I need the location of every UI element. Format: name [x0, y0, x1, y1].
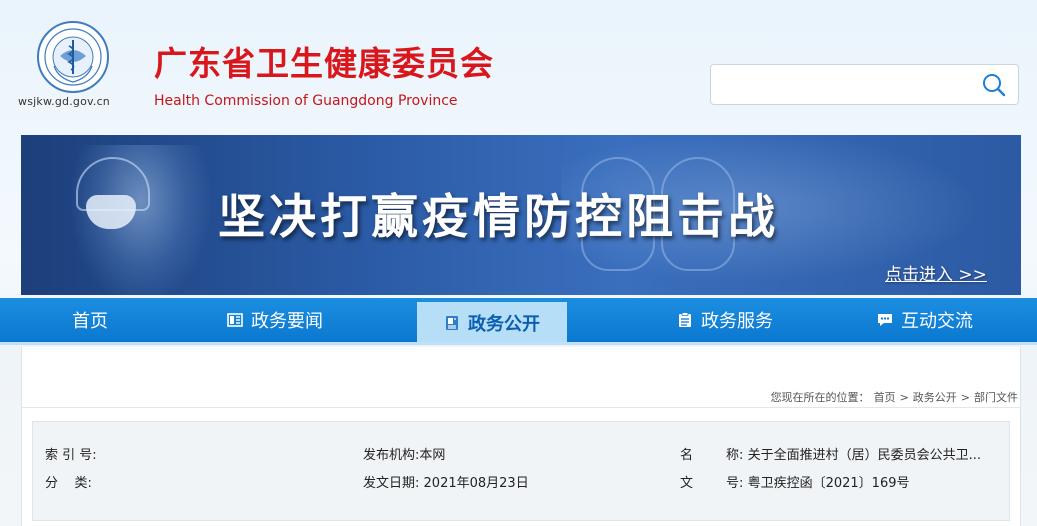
breadcrumb-separator: > [899, 391, 909, 404]
issue-date-value: 2021年08月23日 [423, 476, 529, 491]
nav-item-news[interactable]: 政务要闻 [180, 298, 370, 342]
document-number-value: 粤卫疾控函〔2021〕169号 [747, 476, 910, 491]
search-input[interactable] [710, 64, 1019, 105]
document-name-label: 名 称: [680, 448, 744, 463]
main-nav: 首页 政务要闻 政务公开 政务服务 互动交流 [0, 298, 1037, 344]
epidemic-banner[interactable]: 坚决打赢疫情防控阻击战 点击进入 >> [21, 135, 1021, 295]
category-label: 分 类: [45, 476, 92, 491]
nav-item-label: 政务要闻 [251, 311, 323, 332]
breadcrumb: 您现在所在的位置： 首页 > 政务公开 > 部门文件 [769, 389, 1020, 405]
document-number-label: 文 号: [680, 476, 744, 491]
index-number: 索 引 号: [45, 444, 97, 463]
chat-icon [878, 314, 892, 326]
publisher-label: 发布机构: [363, 448, 420, 463]
banner-slogan: 坚决打赢疫情防控阻击战 [218, 190, 779, 245]
site-domain: wsjkw.gd.gov.cn [18, 95, 110, 108]
nav-item-interaction[interactable]: 互动交流 [840, 298, 1010, 342]
nav-item-label: 首页 [72, 311, 108, 332]
nav-item-open-government[interactable]: 政务公开 [417, 302, 567, 344]
site-title[interactable]: 广东省卫生健康委员会 [154, 44, 494, 84]
banner-enter-link[interactable]: 点击进入 >> [885, 260, 987, 285]
nav-item-home[interactable]: 首页 [0, 298, 180, 342]
main-content: 您现在所在的位置： 首页 > 政务公开 > 部门文件 索 引 号: 分 类: 发布机构:本… [21, 347, 1021, 526]
emblem-icon [44, 28, 102, 86]
document-name: 名 称: 关于全面推进村（居）民委员会公共卫... [680, 444, 981, 463]
breadcrumb-item-open-government[interactable]: 政务公开 [913, 391, 957, 404]
breadcrumb-item-home[interactable]: 首页 [874, 391, 896, 404]
nav-item-label: 互动交流 [901, 311, 973, 332]
breadcrumb-divider [22, 407, 1020, 408]
document-metadata: 索 引 号: 分 类: 发布机构:本网 发文日期: 2021年08月23日 名 … [32, 421, 1010, 521]
site-subtitle: Health Commission of Guangdong Province [154, 93, 458, 109]
nav-item-label: 政务服务 [701, 311, 773, 332]
document-icon [446, 316, 458, 330]
clipboard-icon [679, 312, 691, 327]
document-number: 文 号: 粤卫疾控函〔2021〕169号 [680, 472, 910, 491]
news-icon [227, 313, 243, 327]
nav-divider [0, 342, 1037, 345]
breadcrumb-prefix: 您现在所在的位置： [770, 391, 870, 404]
issue-date: 发文日期: 2021年08月23日 [363, 472, 529, 491]
document-name-value: 关于全面推进村（居）民委员会公共卫... [747, 448, 981, 463]
issue-date-label: 发文日期: [363, 476, 420, 491]
logo-emblem[interactable] [37, 21, 109, 93]
index-number-label: 索 引 号: [45, 448, 97, 463]
publisher-value: 本网 [419, 448, 446, 463]
category: 分 类: [45, 472, 92, 491]
breadcrumb-item-department-docs[interactable]: 部门文件 [974, 391, 1018, 404]
nav-item-services[interactable]: 政务服务 [610, 298, 840, 342]
breadcrumb-separator: > [960, 391, 970, 404]
search-icon[interactable] [981, 72, 1007, 98]
site-header: wsjkw.gd.gov.cn 广东省卫生健康委员会 Health Commis… [0, 0, 1037, 135]
publisher: 发布机构:本网 [363, 444, 445, 463]
nav-item-label: 政务公开 [468, 314, 540, 335]
